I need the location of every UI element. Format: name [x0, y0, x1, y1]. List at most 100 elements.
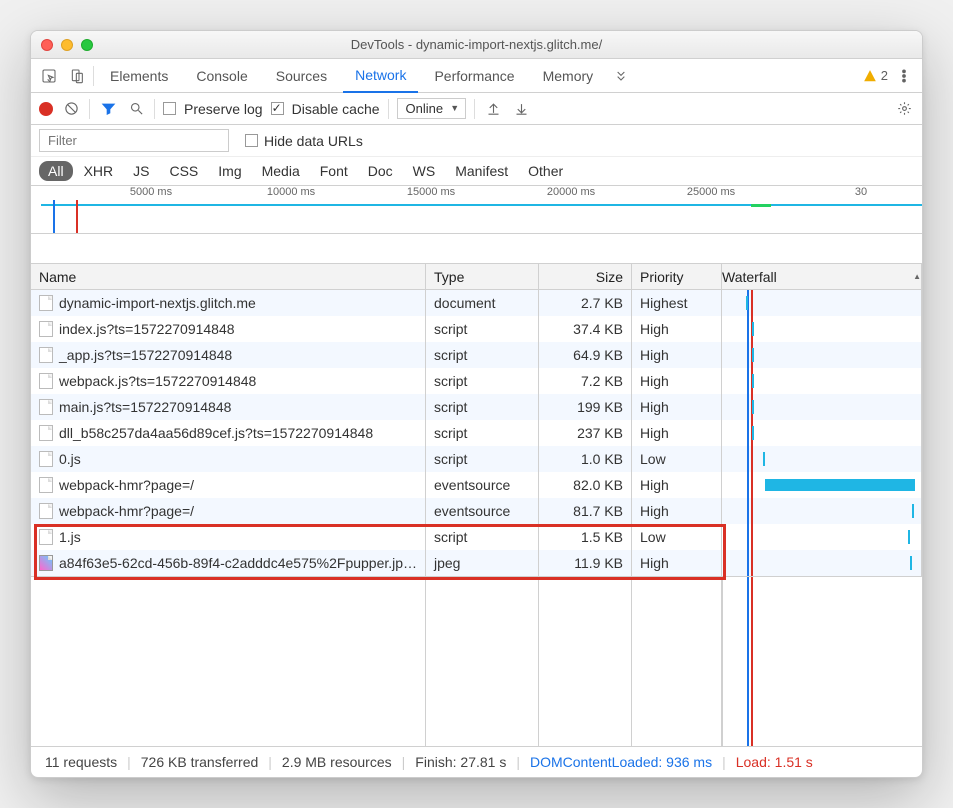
clear-icon[interactable]	[61, 101, 81, 116]
download-har-icon[interactable]	[511, 101, 531, 116]
row-size: 1.0 KB	[539, 446, 632, 472]
table-row[interactable]: _app.js?ts=1572270914848 script64.9 KBHig…	[31, 342, 922, 368]
tab-memory[interactable]: Memory	[531, 60, 606, 92]
row-waterfall	[722, 420, 922, 446]
more-tabs-icon[interactable]	[609, 64, 633, 88]
tab-network[interactable]: Network	[343, 59, 418, 93]
row-size: 11.9 KB	[539, 550, 632, 576]
disable-cache-checkbox[interactable]	[271, 102, 284, 115]
search-icon[interactable]	[126, 101, 146, 116]
row-size: 2.7 KB	[539, 290, 632, 316]
record-icon[interactable]	[39, 102, 53, 116]
filter-other[interactable]: Other	[519, 161, 572, 181]
row-waterfall	[722, 524, 922, 550]
titlebar: DevTools - dynamic-import-nextjs.glitch.…	[31, 31, 922, 59]
row-type: eventsource	[426, 498, 539, 524]
hide-data-urls-checkbox[interactable]	[245, 134, 258, 147]
filter-icon[interactable]	[98, 101, 118, 116]
tab-sources[interactable]: Sources	[264, 60, 339, 92]
filter-xhr[interactable]: XHR	[75, 161, 123, 181]
main-tabbar: Elements Console Sources Network Perform…	[31, 59, 922, 93]
status-transferred: 726 KB transferred	[131, 754, 269, 770]
row-size: 64.9 KB	[539, 342, 632, 368]
table-row[interactable]: index.js?ts=1572270914848script37.4 KBHi…	[31, 316, 922, 342]
row-priority: High	[632, 420, 722, 446]
row-size: 37.4 KB	[539, 316, 632, 342]
table-row[interactable]: dll_b58c257da4aa56d89cef.js?ts=157227091…	[31, 420, 922, 446]
row-waterfall	[722, 394, 922, 420]
col-priority[interactable]: Priority	[632, 264, 722, 289]
status-dcl: DOMContentLoaded: 936 ms	[520, 754, 722, 770]
device-icon[interactable]	[65, 64, 89, 88]
filter-img[interactable]: Img	[209, 161, 250, 181]
row-name: 1.js	[59, 529, 81, 545]
kebab-icon[interactable]	[892, 64, 916, 88]
table-row[interactable]: a84f63e5-62cd-456b-89f4-c2adddc4e575%2Fp…	[31, 550, 922, 576]
table-row[interactable]: dynamic-import-nextjs.glitch.medocument2…	[31, 290, 922, 316]
row-size: 7.2 KB	[539, 368, 632, 394]
row-type: script	[426, 342, 539, 368]
row-name: _app.js?ts=1572270914848	[59, 347, 232, 363]
row-priority: High	[632, 342, 722, 368]
table-row[interactable]: webpack-hmr?page=/eventsource81.7 KBHigh	[31, 498, 922, 524]
overview-timeline[interactable]: 5000 ms10000 ms15000 ms20000 ms25000 ms3…	[31, 186, 922, 234]
row-waterfall	[722, 316, 922, 342]
row-name: 0.js	[59, 451, 81, 467]
tab-console[interactable]: Console	[184, 60, 259, 92]
settings-icon[interactable]	[894, 101, 914, 116]
row-name: dll_b58c257da4aa56d89cef.js?ts=157227091…	[59, 425, 373, 441]
table-row[interactable]: main.js?ts=1572270914848script199 KBHigh	[31, 394, 922, 420]
throttling-select[interactable]: Online	[397, 98, 467, 119]
inspect-icon[interactable]	[37, 64, 61, 88]
row-name: dynamic-import-nextjs.glitch.me	[59, 295, 256, 311]
filter-font[interactable]: Font	[311, 161, 357, 181]
row-size: 82.0 KB	[539, 472, 632, 498]
col-waterfall[interactable]: Waterfall▲	[722, 264, 922, 289]
overview-space	[31, 234, 922, 264]
status-requests: 11 requests	[35, 754, 127, 770]
tab-performance[interactable]: Performance	[422, 60, 526, 92]
table-row[interactable]: 1.jsscript1.5 KBLow	[31, 524, 922, 550]
row-type: script	[426, 420, 539, 446]
filter-css[interactable]: CSS	[160, 161, 207, 181]
row-type: jpeg	[426, 550, 539, 576]
upload-har-icon[interactable]	[483, 101, 503, 116]
status-finish: Finish: 27.81 s	[405, 754, 516, 770]
hide-data-urls-label: Hide data URLs	[264, 133, 363, 149]
warnings-badge[interactable]: 2	[863, 68, 888, 83]
filter-js[interactable]: JS	[124, 161, 158, 181]
row-priority: High	[632, 316, 722, 342]
row-type: script	[426, 524, 539, 550]
row-name: main.js?ts=1572270914848	[59, 399, 231, 415]
row-type: eventsource	[426, 472, 539, 498]
timeline-tick: 15000 ms	[407, 186, 455, 198]
table-row[interactable]: 0.jsscript1.0 KBLow	[31, 446, 922, 472]
col-name[interactable]: Name	[31, 264, 426, 289]
filter-ws[interactable]: WS	[404, 161, 445, 181]
table-header: Name Type Size Priority Waterfall▲	[31, 264, 922, 290]
table-row[interactable]: webpack.js?ts=1572270914848script7.2 KBH…	[31, 368, 922, 394]
tab-elements[interactable]: Elements	[98, 60, 180, 92]
col-type[interactable]: Type	[426, 264, 539, 289]
sort-asc-icon: ▲	[913, 272, 921, 281]
row-waterfall	[722, 550, 922, 576]
row-waterfall	[722, 498, 922, 524]
file-icon	[39, 373, 53, 389]
file-icon	[39, 347, 53, 363]
file-icon	[39, 451, 53, 467]
row-size: 199 KB	[539, 394, 632, 420]
table-row[interactable]: webpack-hmr?page=/eventsource82.0 KBHigh	[31, 472, 922, 498]
filter-media[interactable]: Media	[253, 161, 309, 181]
filter-input[interactable]	[39, 129, 229, 152]
row-size: 237 KB	[539, 420, 632, 446]
timeline-tick: 5000 ms	[130, 186, 172, 198]
filter-manifest[interactable]: Manifest	[446, 161, 517, 181]
filter-doc[interactable]: Doc	[359, 161, 402, 181]
warning-count: 2	[881, 68, 888, 83]
row-type: script	[426, 394, 539, 420]
row-type: script	[426, 368, 539, 394]
row-priority: High	[632, 472, 722, 498]
filter-all[interactable]: All	[39, 161, 73, 181]
col-size[interactable]: Size	[539, 264, 632, 289]
preserve-log-checkbox[interactable]	[163, 102, 176, 115]
